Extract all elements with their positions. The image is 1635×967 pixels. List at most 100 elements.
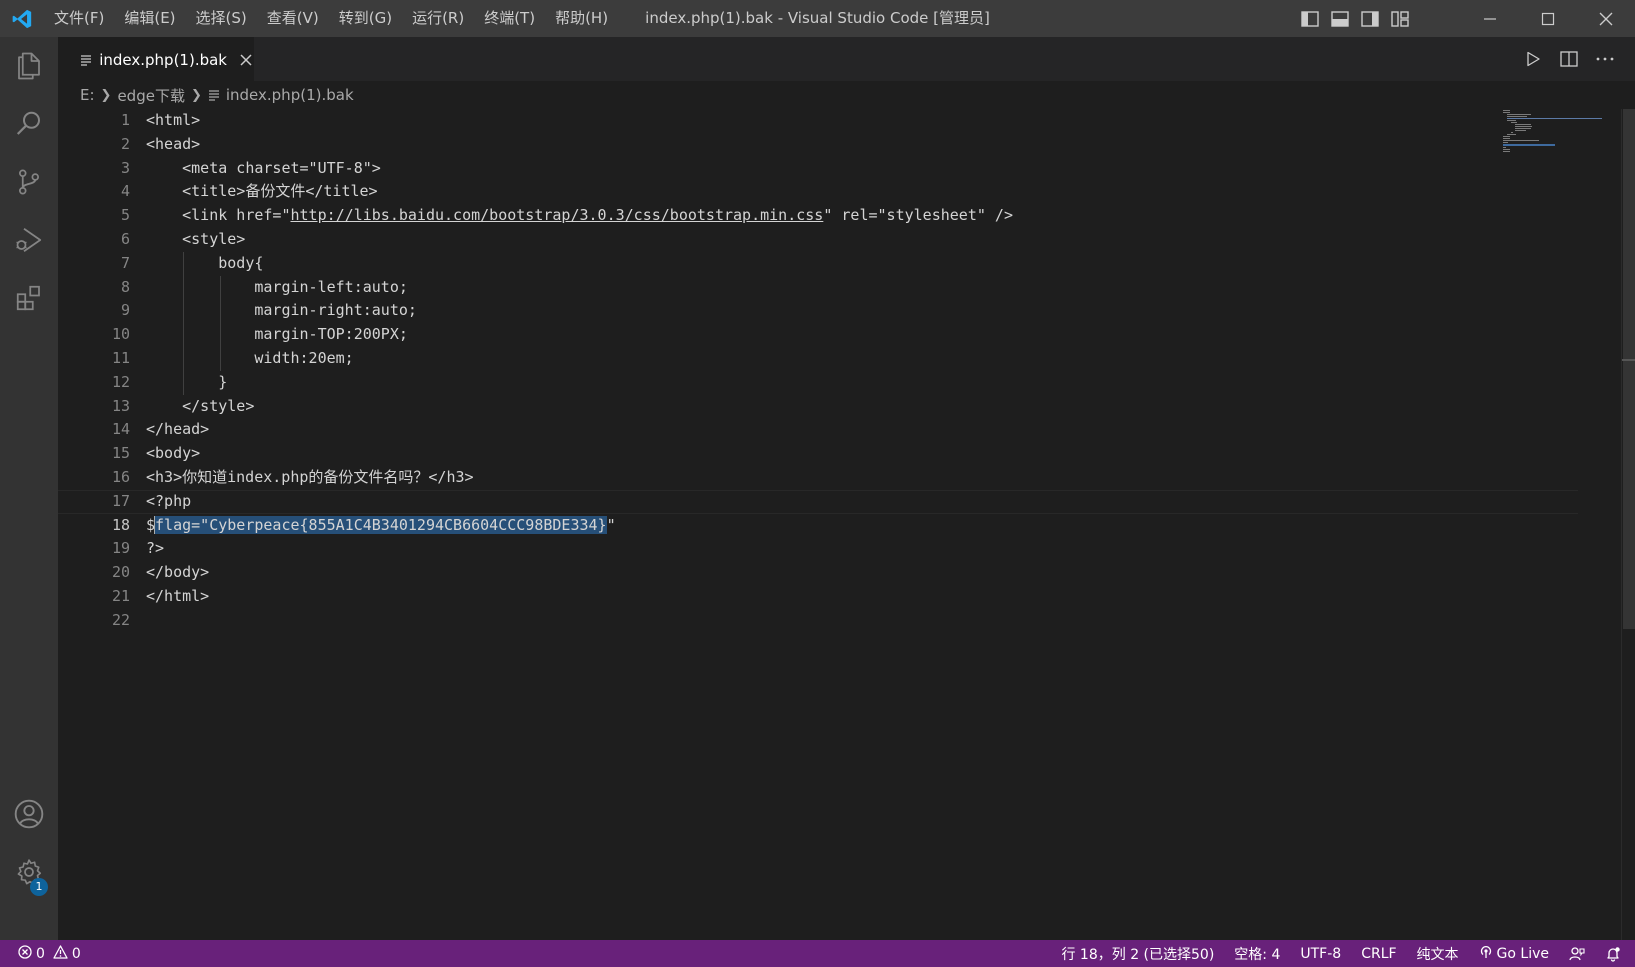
vertical-scrollbar[interactable] [1621, 109, 1635, 940]
search-icon[interactable] [0, 95, 58, 153]
minimap-line [1503, 112, 1510, 113]
minimap-line [1503, 142, 1508, 143]
indent-guide [183, 299, 184, 324]
plaintext-file-icon [80, 53, 93, 67]
status-bar: 0 0 行 18，列 2 (已选择50) 空格: 4 UTF-8 CRLF 纯文… [0, 940, 1635, 967]
menu-terminal[interactable]: 终端(T) [474, 0, 545, 37]
code-line-5-tail: " rel="stylesheet" /> [823, 206, 1013, 225]
indent-guide [183, 323, 184, 347]
minimap[interactable] [1501, 109, 1621, 169]
language-mode[interactable]: 纯文本 [1417, 944, 1459, 964]
code-line-10: margin-TOP:200PX; [146, 323, 1013, 347]
cursor-position[interactable]: 行 18，列 2 (已选择50) [1061, 944, 1214, 964]
indent-guide [220, 346, 221, 371]
close-window-icon[interactable] [1577, 0, 1635, 37]
customize-layout-icon[interactable] [1390, 10, 1410, 28]
code-line-11-text: width:20em; [146, 348, 354, 367]
line-number: 7 [120, 253, 130, 272]
chevron-right-icon: ❯ [100, 87, 112, 103]
code-editor[interactable]: 1 2 3 4 5 6 7 8 9 10 11 12 13 14 15 16 17 18 19 20 21 22 <htm… [58, 109, 1635, 940]
minimap-line [1515, 128, 1531, 129]
code-line-5-head: <link href=" [146, 206, 291, 225]
line-number: 18 [111, 515, 130, 534]
indent-guide [183, 275, 184, 300]
code-line-19: ?> [146, 539, 165, 558]
line-number: 17 [111, 491, 130, 510]
minimap-line [1507, 118, 1602, 119]
split-editor-icon[interactable] [1559, 49, 1579, 69]
line-number: 2 [120, 134, 130, 153]
line-number: 4 [120, 182, 130, 201]
menu-selection[interactable]: 选择(S) [186, 0, 257, 37]
line-number: 14 [111, 420, 130, 439]
tab-label: index.php(1).bak [99, 50, 227, 69]
code-line-18-tail: " [606, 515, 616, 534]
toggle-primary-sidebar-icon[interactable] [1300, 10, 1320, 28]
maximize-icon[interactable] [1519, 0, 1577, 37]
run-debug-icon[interactable] [0, 211, 58, 269]
code-line-9-text: margin-right:auto; [146, 301, 417, 320]
code-line-12-text: } [146, 372, 228, 391]
error-count: 0 [36, 945, 45, 962]
menu-edit[interactable]: 编辑(E) [114, 0, 185, 37]
toggle-secondary-sidebar-icon[interactable] [1360, 10, 1380, 28]
minimize-icon[interactable] [1461, 0, 1519, 37]
code-line-20: </body> [146, 563, 210, 582]
stylesheet-link[interactable]: http://libs.baidu.com/bootstrap/3.0.3/cs… [291, 206, 824, 224]
go-live-label: Go Live [1496, 945, 1549, 962]
run-code-icon[interactable] [1523, 49, 1543, 69]
chevron-right-icon: ❯ [190, 87, 202, 103]
minimap-line [1511, 122, 1517, 123]
menu-go[interactable]: 转到(G) [329, 0, 402, 37]
tab-index-php-bak[interactable]: index.php(1).bak [58, 37, 254, 81]
code-line-12: } [146, 370, 1013, 395]
scrollbar-thumb[interactable] [1623, 109, 1635, 629]
go-live-button[interactable]: Go Live [1479, 945, 1549, 963]
more-actions-icon[interactable] [1595, 49, 1615, 69]
line-number: 11 [111, 348, 130, 367]
settings-gear-icon[interactable]: 1 [0, 843, 58, 901]
notifications-bell-icon[interactable] [1605, 946, 1621, 962]
scrollbar-cursor-marker [1622, 359, 1635, 361]
indentation-setting[interactable]: 空格: 4 [1234, 944, 1280, 964]
menu-view[interactable]: 查看(V) [257, 0, 329, 37]
feedback-icon[interactable] [1569, 946, 1585, 962]
menu-help[interactable]: 帮助(H) [545, 0, 618, 37]
extensions-icon[interactable] [0, 269, 58, 327]
minimap-line [1507, 134, 1516, 135]
account-icon[interactable] [0, 785, 58, 843]
minimap-line [1515, 126, 1532, 127]
close-tab-icon[interactable] [237, 51, 254, 69]
editor-actions [1523, 37, 1615, 81]
minimap-line [1511, 132, 1513, 133]
line-number: 5 [120, 206, 130, 225]
code-line-2: <head> [146, 134, 201, 153]
indent-guide [183, 346, 184, 371]
line-number: 21 [111, 586, 130, 605]
selected-flag-text[interactable]: flag="Cyberpeace{855A1C4B3401294CB6604CC… [155, 515, 607, 534]
toggle-panel-icon[interactable] [1330, 10, 1350, 28]
explorer-icon[interactable] [0, 37, 58, 95]
minimap-line [1503, 138, 1510, 139]
indent-guide [220, 323, 221, 347]
minimap-line [1507, 116, 1527, 117]
line-number: 12 [111, 372, 130, 391]
breadcrumb-drive[interactable]: E: [80, 86, 95, 104]
line-number-gutter: 1 2 3 4 5 6 7 8 9 10 11 12 13 14 15 16 17 18 19 20 21 22 [58, 109, 138, 633]
menu-file[interactable]: 文件(F) [44, 0, 114, 37]
code-line-18: $flag="Cyberpeace{855A1C4B3401294CB6604C… [146, 514, 1013, 538]
code-line-17: <?php [146, 491, 192, 510]
code-area[interactable]: <html> <head> <meta charset="UTF-8"> <ti… [146, 109, 1013, 633]
breadcrumb-folder[interactable]: edge下载 [117, 85, 185, 106]
source-control-icon[interactable] [0, 153, 58, 211]
problems-indicator[interactable]: 0 0 [0, 944, 81, 963]
status-right-items: 行 18，列 2 (已选择50) 空格: 4 UTF-8 CRLF 纯文本 Go… [1061, 940, 1621, 967]
end-of-line[interactable]: CRLF [1361, 946, 1396, 962]
line-number: 20 [111, 563, 130, 582]
file-encoding[interactable]: UTF-8 [1300, 946, 1341, 962]
code-line-13: </style> [146, 396, 255, 415]
menu-run[interactable]: 运行(R) [402, 0, 474, 37]
minimap-line [1503, 110, 1510, 111]
minimap-line [1503, 151, 1510, 152]
breadcrumb-file[interactable]: index.php(1).bak [226, 86, 354, 104]
